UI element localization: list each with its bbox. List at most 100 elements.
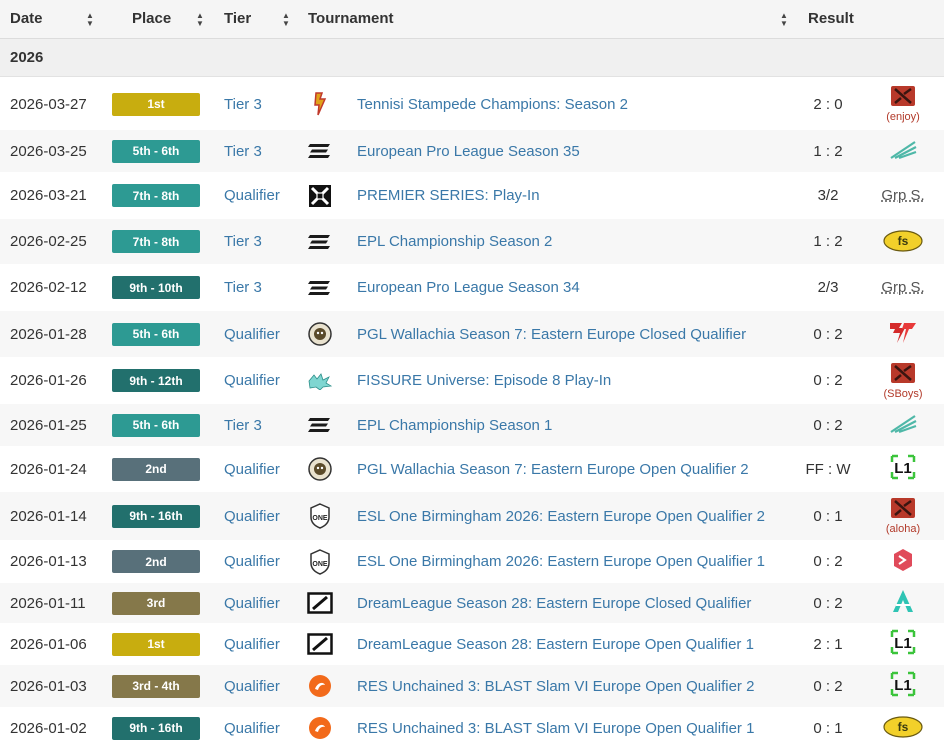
place-cell: 9th - 10th: [112, 264, 200, 311]
aurora-team-icon[interactable]: [890, 588, 916, 618]
tier-link[interactable]: Qualifier: [224, 623, 280, 665]
tier-link[interactable]: Tier 3: [224, 78, 262, 130]
tier-link[interactable]: Qualifier: [224, 665, 280, 707]
score-cell[interactable]: 1 : 2: [790, 130, 866, 172]
opponent-cell[interactable]: L1: [872, 623, 934, 665]
red-team-icon[interactable]: [888, 319, 918, 349]
score-cell[interactable]: 0 : 2: [790, 404, 866, 446]
l1-team-icon[interactable]: L1: [890, 629, 916, 659]
tier-link[interactable]: Qualifier: [224, 492, 280, 540]
dota-team-icon[interactable]: [890, 85, 916, 111]
score-cell[interactable]: 0 : 2: [790, 357, 866, 404]
sort-icon[interactable]: ▲ ▼: [86, 0, 94, 38]
tennisi-logo-icon[interactable]: [306, 78, 334, 130]
yellow-team-icon[interactable]: fs: [882, 713, 924, 743]
score-cell[interactable]: 2/3: [790, 264, 866, 311]
pink-team-icon[interactable]: [892, 547, 914, 577]
score-cell[interactable]: 0 : 2: [790, 665, 866, 707]
score-cell[interactable]: FF : W: [790, 446, 866, 492]
tournament-link[interactable]: Tennisi Stampede Champions: Season 2: [357, 78, 628, 130]
score-cell[interactable]: 0 : 2: [790, 311, 866, 357]
opponent-cell[interactable]: [872, 404, 934, 446]
score-cell[interactable]: 3/2: [790, 172, 866, 219]
score-cell[interactable]: 2 : 0: [790, 78, 866, 130]
score-cell[interactable]: 1 : 2: [790, 219, 866, 264]
claw-team-icon[interactable]: [888, 412, 918, 438]
opponent-cell[interactable]: (aloha): [872, 492, 934, 540]
sort-icon[interactable]: ▲ ▼: [196, 0, 204, 38]
score-cell[interactable]: 0 : 1: [790, 492, 866, 540]
tier-link[interactable]: Qualifier: [224, 172, 280, 219]
opponent-cell[interactable]: [872, 311, 934, 357]
yellow-team-icon[interactable]: fs: [882, 227, 924, 257]
tournament-link[interactable]: RES Unchained 3: BLAST Slam VI Europe Op…: [357, 707, 754, 749]
score-cell[interactable]: 2 : 1: [790, 623, 866, 665]
tournament-link[interactable]: European Pro League Season 35: [357, 130, 580, 172]
epl-logo-icon[interactable]: [306, 130, 334, 172]
sort-icon[interactable]: ▲ ▼: [282, 0, 290, 38]
tier-link[interactable]: Qualifier: [224, 707, 280, 749]
tournament-link[interactable]: PGL Wallachia Season 7: Eastern Europe O…: [357, 446, 749, 492]
score-cell[interactable]: 0 : 1: [790, 707, 866, 749]
tournament-link[interactable]: PREMIER SERIES: Play-In: [357, 172, 540, 219]
column-header-tournament[interactable]: Tournament: [308, 0, 394, 38]
tournament-link[interactable]: DreamLeague Season 28: Eastern Europe Op…: [357, 623, 754, 665]
epl-logo-icon[interactable]: [306, 264, 334, 311]
tier-link[interactable]: Qualifier: [224, 311, 280, 357]
tournament-link[interactable]: EPL Championship Season 1: [357, 404, 552, 446]
opponent-cell[interactable]: L1: [872, 665, 934, 707]
tournament-link[interactable]: ESL One Birmingham 2026: Eastern Europe …: [357, 540, 765, 583]
fissure-logo-icon[interactable]: [306, 357, 334, 404]
dota-team-icon[interactable]: [890, 497, 916, 523]
opponent-cell[interactable]: (enjoy): [872, 78, 934, 130]
tier-link[interactable]: Tier 3: [224, 130, 262, 172]
tier-link[interactable]: Tier 3: [224, 264, 262, 311]
opponent-cell[interactable]: Grp S.: [872, 264, 934, 311]
opponent-cell[interactable]: L1: [872, 446, 934, 492]
tier-link[interactable]: Tier 3: [224, 404, 262, 446]
res-logo-icon[interactable]: [306, 707, 334, 749]
tournament-link[interactable]: FISSURE Universe: Episode 8 Play-In: [357, 357, 611, 404]
opponent-cell[interactable]: (SBoys): [872, 357, 934, 404]
tournament-link[interactable]: RES Unchained 3: BLAST Slam VI Europe Op…: [357, 665, 754, 707]
pgl-logo-icon[interactable]: [306, 446, 334, 492]
tournament-link[interactable]: PGL Wallachia Season 7: Eastern Europe C…: [357, 311, 746, 357]
dreamleague-logo-icon[interactable]: [306, 583, 334, 623]
premier-series-logo-icon[interactable]: [306, 172, 334, 219]
opponent-cell[interactable]: fs: [872, 707, 934, 749]
score-cell[interactable]: 0 : 2: [790, 583, 866, 623]
opponent-cell[interactable]: Grp S.: [872, 172, 934, 219]
esl-one-logo-icon[interactable]: ONE: [306, 492, 334, 540]
column-header-place[interactable]: Place: [132, 0, 171, 38]
tournament-link[interactable]: EPL Championship Season 2: [357, 219, 552, 264]
tier-link[interactable]: Tier 3: [224, 219, 262, 264]
tournament-link[interactable]: ESL One Birmingham 2026: Eastern Europe …: [357, 492, 765, 540]
pgl-logo-icon[interactable]: [306, 311, 334, 357]
opponent-cell[interactable]: fs: [872, 219, 934, 264]
tournament-link[interactable]: European Pro League Season 34: [357, 264, 580, 311]
opponent-cell[interactable]: [872, 583, 934, 623]
esl-one-logo-icon[interactable]: ONE: [306, 540, 334, 583]
l1-team-icon[interactable]: L1: [890, 671, 916, 701]
place-cell: 7th - 8th: [112, 219, 200, 264]
tournament-link[interactable]: DreamLeague Season 28: Eastern Europe Cl…: [357, 583, 751, 623]
tier-link[interactable]: Qualifier: [224, 446, 280, 492]
l1-team-icon[interactable]: L1: [890, 454, 916, 484]
tier-link[interactable]: Qualifier: [224, 357, 280, 404]
column-header-tier[interactable]: Tier: [224, 0, 251, 38]
place-cell: 5th - 6th: [112, 311, 200, 357]
opponent-tag: (SBoys): [883, 387, 923, 400]
claw-team-icon[interactable]: [888, 138, 918, 164]
dota-team-icon[interactable]: [890, 362, 916, 388]
res-logo-icon[interactable]: [306, 665, 334, 707]
score-cell[interactable]: 0 : 2: [790, 540, 866, 583]
dreamleague-logo-icon[interactable]: [306, 623, 334, 665]
opponent-cell[interactable]: [872, 130, 934, 172]
tier-link[interactable]: Qualifier: [224, 583, 280, 623]
epl-logo-icon[interactable]: [306, 404, 334, 446]
epl-logo-icon[interactable]: [306, 219, 334, 264]
sort-icon[interactable]: ▲ ▼: [780, 0, 788, 38]
opponent-cell[interactable]: [872, 540, 934, 583]
column-header-date[interactable]: Date: [10, 0, 43, 38]
tier-link[interactable]: Qualifier: [224, 540, 280, 583]
